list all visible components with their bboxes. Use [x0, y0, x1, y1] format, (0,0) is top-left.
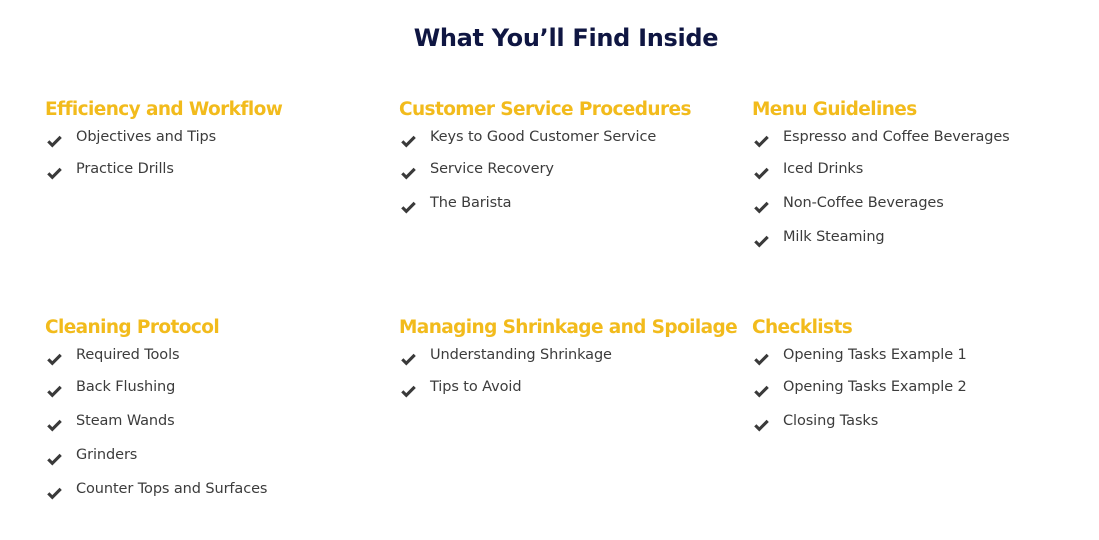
section-item-list: Understanding Shrinkage Tips to Avoid	[399, 345, 744, 409]
list-item: Espresso and Coffee Beverages	[752, 127, 1097, 157]
section-heading: Menu Guidelines	[752, 99, 917, 120]
list-item-label: Keys to Good Customer Service	[430, 129, 657, 145]
list-item-label: Steam Wands	[76, 413, 175, 429]
check-icon	[46, 385, 63, 399]
list-item: Tips to Avoid	[399, 375, 744, 409]
feature-section: Checklists Opening Tasks Example 1 Opening…	[752, 315, 1097, 443]
list-item: Objectives and Tips	[45, 127, 390, 157]
check-icon	[46, 487, 63, 501]
section-heading: Efficiency and Workflow	[45, 99, 283, 120]
check-icon	[400, 201, 417, 215]
list-item-label: Counter Tops and Surfaces	[76, 481, 268, 497]
section-item-list: Espresso and Coffee Beverages Iced Drinks…	[752, 127, 1097, 259]
list-item: Grinders	[45, 443, 390, 477]
section-heading: Managing Shrinkage and Spoilage	[399, 317, 738, 338]
list-item-label: Understanding Shrinkage	[430, 347, 612, 363]
list-item-label: Required Tools	[76, 347, 180, 363]
check-icon	[46, 353, 63, 367]
feature-section: Menu Guidelines Espresso and Coffee Bever…	[752, 97, 1097, 259]
list-item-label: Opening Tasks Example 1	[783, 347, 967, 363]
section-heading: Checklists	[752, 317, 853, 338]
list-item-label: Grinders	[76, 447, 138, 463]
check-icon	[753, 235, 770, 249]
list-item-label: Objectives and Tips	[76, 129, 217, 145]
list-item-label: Iced Drinks	[783, 161, 864, 177]
list-item: Keys to Good Customer Service	[399, 127, 744, 157]
check-icon	[400, 385, 417, 399]
check-icon	[753, 167, 770, 181]
list-item: Opening Tasks Example 1	[752, 345, 1097, 375]
page-title: What You’ll Find Inside	[413, 24, 719, 52]
check-icon	[46, 135, 63, 149]
list-item-label: Service Recovery	[430, 161, 554, 177]
check-icon	[46, 167, 63, 181]
list-item: Practice Drills	[45, 157, 390, 191]
section-item-list: Required Tools Back Flushing Steam Wands Gr…	[45, 345, 390, 511]
feature-section: Managing Shrinkage and Spoilage Understan…	[399, 315, 744, 409]
list-item-label: Espresso and Coffee Beverages	[783, 129, 1010, 145]
section-item-list: Keys to Good Customer Service Service Rec…	[399, 127, 744, 225]
check-icon	[753, 201, 770, 215]
list-item-label: Closing Tasks	[783, 413, 879, 429]
list-item: Service Recovery	[399, 157, 744, 191]
check-icon	[46, 453, 63, 467]
feature-section: Cleaning Protocol Required Tools Back Flus…	[45, 315, 390, 511]
section-item-list: Opening Tasks Example 1 Opening Tasks Exa…	[752, 345, 1097, 443]
list-item: Closing Tasks	[752, 409, 1097, 443]
list-item-label: Non-Coffee Beverages	[783, 195, 944, 211]
list-item: Milk Steaming	[752, 225, 1097, 259]
check-icon	[46, 419, 63, 433]
list-item: Required Tools	[45, 345, 390, 375]
list-item-label: Milk Steaming	[783, 229, 885, 245]
section-heading: Cleaning Protocol	[45, 317, 220, 338]
list-item: Non-Coffee Beverages	[752, 191, 1097, 225]
list-item: Opening Tasks Example 2	[752, 375, 1097, 409]
check-icon	[400, 167, 417, 181]
section-item-list: Objectives and Tips Practice Drills	[45, 127, 390, 191]
feature-section: Efficiency and Workflow Objectives and Ti…	[45, 97, 390, 191]
list-item-label: Practice Drills	[76, 161, 174, 177]
section-heading: Customer Service Procedures	[399, 99, 691, 120]
check-icon	[400, 353, 417, 367]
check-icon	[753, 135, 770, 149]
list-item-label: The Barista	[430, 195, 512, 211]
list-item-label: Tips to Avoid	[430, 379, 522, 395]
list-item-label: Opening Tasks Example 2	[783, 379, 967, 395]
list-item: Back Flushing	[45, 375, 390, 409]
list-item: Counter Tops and Surfaces	[45, 477, 390, 511]
list-item: Understanding Shrinkage	[399, 345, 744, 375]
feature-section: Customer Service Procedures Keys to Good …	[399, 97, 744, 225]
check-icon	[753, 385, 770, 399]
check-icon	[753, 419, 770, 433]
list-item: Iced Drinks	[752, 157, 1097, 191]
list-item-label: Back Flushing	[76, 379, 176, 395]
check-icon	[753, 353, 770, 367]
check-icon	[400, 135, 417, 149]
list-item: Steam Wands	[45, 409, 390, 443]
list-item: The Barista	[399, 191, 744, 225]
